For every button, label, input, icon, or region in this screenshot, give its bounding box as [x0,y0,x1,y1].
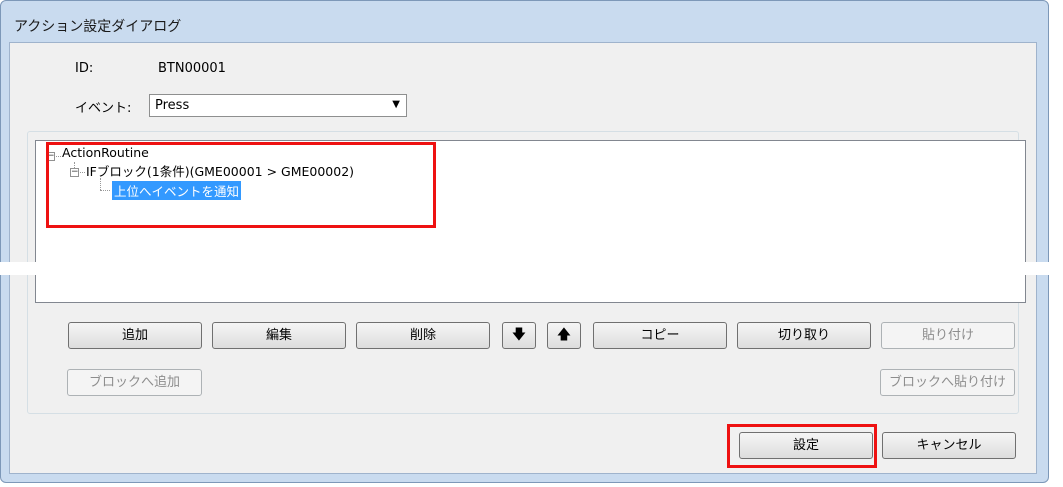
id-label: ID: [75,61,94,76]
add-to-block-button[interactable]: ブロックへ追加 [67,369,202,396]
move-down-button[interactable]: 🡇 [502,322,536,349]
dialog-title: アクション設定ダイアログ [14,19,182,35]
delete-button[interactable]: 削除 [356,322,490,349]
highlight-box-ok [727,424,877,468]
cancel-button[interactable]: キャンセル [882,432,1016,459]
move-up-button[interactable]: 🡅 [547,322,581,349]
add-button[interactable]: 追加 [68,322,202,349]
paste-to-block-button[interactable]: ブロックへ貼り付け [880,369,1015,396]
event-select[interactable]: Press ▼ [149,94,407,117]
highlight-box-tree [46,142,436,228]
copy-button[interactable]: コピー [593,322,727,349]
paste-button[interactable]: 貼り付け [881,322,1015,349]
event-select-value: Press [155,98,190,113]
screenshot-cut-band [0,262,1063,275]
id-value: BTN00001 [158,61,226,76]
title-bar[interactable]: アクション設定ダイアログ [1,1,1048,43]
chevron-down-icon: ▼ [392,99,400,110]
event-label: イベント: [75,101,132,116]
cut-button[interactable]: 切り取り [737,322,871,349]
edit-button[interactable]: 編集 [212,322,346,349]
